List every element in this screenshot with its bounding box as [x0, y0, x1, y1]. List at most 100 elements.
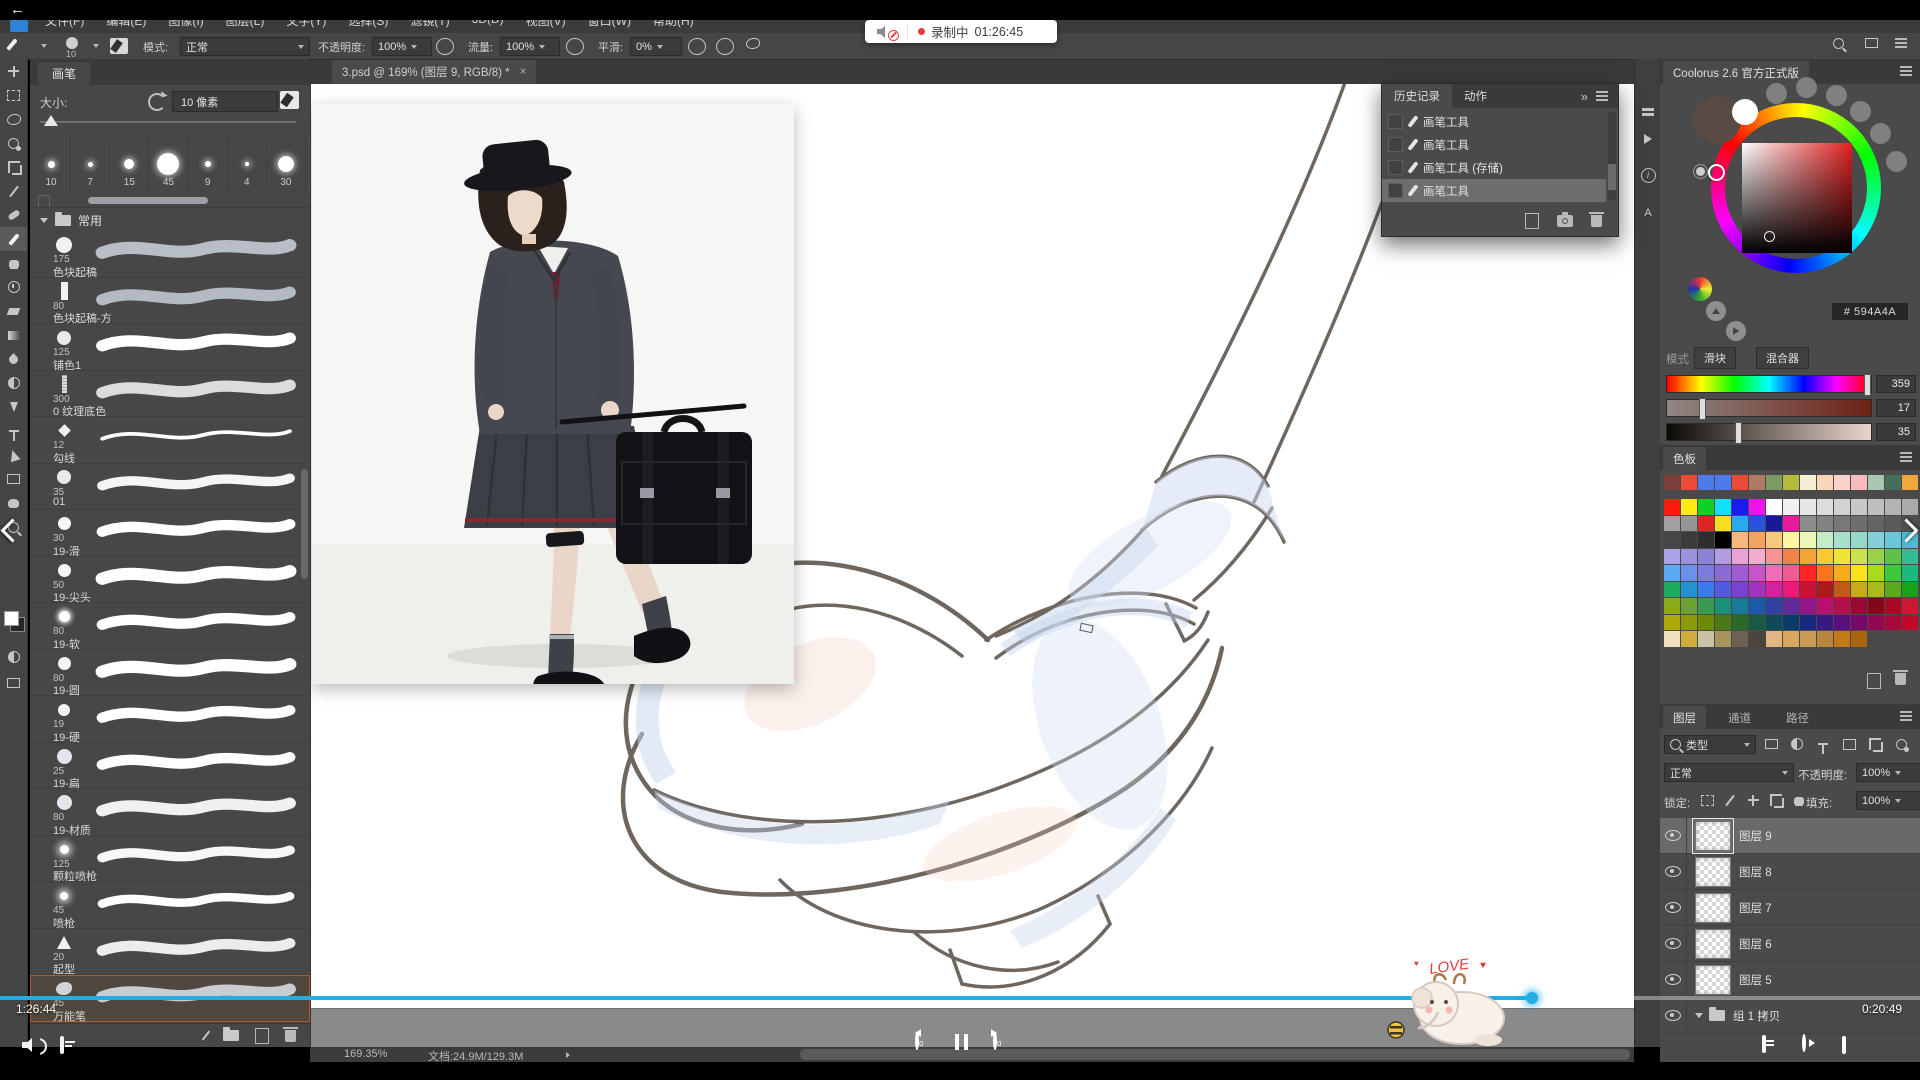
visibility-eye-icon[interactable]	[1660, 998, 1687, 1033]
brush-preset[interactable]: 9	[189, 137, 228, 191]
swatch[interactable]	[1715, 532, 1731, 548]
paint-symmetry-icon[interactable]	[746, 38, 762, 53]
swatch[interactable]	[1817, 549, 1833, 565]
wheel-option-icon[interactable]	[1850, 101, 1871, 122]
swatch[interactable]	[1715, 631, 1731, 647]
hue-slider[interactable]	[1666, 375, 1872, 393]
swatch[interactable]	[1732, 565, 1748, 581]
swatch[interactable]	[1834, 549, 1850, 565]
layer-opacity-dropdown[interactable]: 100%	[1856, 763, 1920, 782]
swatch[interactable]	[1766, 532, 1782, 548]
wheel-option-icon[interactable]	[1886, 151, 1907, 172]
type-tool-icon[interactable]	[0, 419, 27, 443]
swatch[interactable]	[1817, 516, 1833, 532]
swatch[interactable]	[1800, 499, 1816, 515]
swatch[interactable]	[1681, 598, 1697, 614]
swatch[interactable]	[1698, 516, 1714, 532]
new-group-icon[interactable]	[223, 1030, 239, 1041]
swatch[interactable]	[1732, 499, 1748, 515]
toggle-live-tip-icon[interactable]	[202, 1031, 210, 1041]
play-mode-icon[interactable]	[1726, 321, 1746, 341]
workspace-menu-icon[interactable]	[1895, 42, 1911, 57]
swatch[interactable]	[1698, 532, 1714, 548]
history-step[interactable]: 画笔工具	[1382, 110, 1606, 133]
video-progress-track[interactable]	[0, 996, 1920, 1000]
swatch[interactable]	[1902, 499, 1918, 515]
swatch[interactable]	[1698, 631, 1714, 647]
swatch[interactable]	[1783, 475, 1799, 490]
history-source-checkbox[interactable]	[1388, 137, 1403, 152]
swatch[interactable]	[1749, 582, 1765, 598]
size-slider-track[interactable]	[40, 121, 296, 123]
layer-thumbnail[interactable]	[1695, 893, 1731, 923]
danmaku-icon[interactable]	[60, 1038, 64, 1052]
swatch[interactable]	[1715, 598, 1731, 614]
swatch[interactable]	[1783, 615, 1799, 631]
brush-preset[interactable]: 45	[149, 137, 188, 191]
brush-list-item[interactable]: 125 颗粒喷枪	[30, 836, 310, 883]
brush-list-scrollbar[interactable]	[301, 469, 308, 579]
saturation-value-square[interactable]	[1742, 143, 1852, 253]
swatch[interactable]	[1698, 565, 1714, 581]
swatch[interactable]	[1664, 598, 1680, 614]
pen-tool-icon[interactable]	[0, 395, 27, 419]
marquee-tool-icon[interactable]	[0, 83, 27, 107]
swatch[interactable]	[1698, 598, 1714, 614]
tab-actions[interactable]: 动作	[1452, 84, 1499, 108]
triangle-mode-icon[interactable]	[1706, 301, 1726, 321]
swatch[interactable]	[1885, 598, 1901, 614]
filter-shape-icon[interactable]	[1842, 737, 1856, 751]
swatch[interactable]	[1817, 475, 1833, 490]
brush-tool-icon[interactable]	[0, 227, 27, 251]
swatch[interactable]	[1851, 565, 1867, 581]
menu-item[interactable]: 选择(S)	[337, 20, 399, 29]
move-tool-icon[interactable]	[0, 59, 27, 83]
swatch[interactable]	[1800, 615, 1816, 631]
swatch[interactable]	[1732, 516, 1748, 532]
hue-cursor[interactable]	[1708, 164, 1725, 181]
swatch[interactable]	[1664, 631, 1680, 647]
brush-group-row[interactable]: 常用	[30, 209, 310, 231]
swatch[interactable]	[1664, 499, 1680, 515]
tab-swatches[interactable]: 色板	[1663, 447, 1706, 470]
history-source-checkbox[interactable]	[1388, 160, 1403, 175]
info-panel-icon[interactable]: i	[1640, 167, 1656, 183]
brush-list-item[interactable]: 80 19-圆	[30, 650, 310, 697]
brush-preset[interactable]: 7	[71, 137, 110, 191]
path-select-tool-icon[interactable]	[0, 443, 27, 467]
menu-item[interactable]: 视图(V)	[515, 20, 577, 29]
swatch[interactable]	[1885, 615, 1901, 631]
swatch[interactable]	[1817, 565, 1833, 581]
swatch[interactable]	[1664, 565, 1680, 581]
layer-filter-dropdown[interactable]: 类型	[1664, 735, 1756, 754]
healing-brush-tool-icon[interactable]	[0, 203, 27, 227]
swatch[interactable]	[1783, 532, 1799, 548]
swatch[interactable]	[1749, 475, 1765, 490]
brush-list-item[interactable]: 25 19-扁	[30, 743, 310, 790]
size-value-field[interactable]: 10 像素	[172, 91, 278, 112]
swatch[interactable]	[1834, 565, 1850, 581]
swatch[interactable]	[1800, 532, 1816, 548]
swatch[interactable]	[1783, 516, 1799, 532]
fullscreen-icon[interactable]	[1842, 1038, 1846, 1052]
quick-selection-tool-icon[interactable]	[0, 131, 27, 155]
swatch[interactable]	[1868, 499, 1884, 515]
swatch[interactable]	[1664, 549, 1680, 565]
workspace-grid-icon[interactable]	[1865, 38, 1881, 53]
swatch[interactable]	[1749, 598, 1765, 614]
clipped-brush-group-row[interactable]	[30, 193, 310, 208]
visibility-eye-icon[interactable]	[1660, 818, 1687, 853]
brush-list-item[interactable]: 45 喷枪	[30, 882, 310, 929]
swatch[interactable]	[1902, 549, 1918, 565]
swatch[interactable]	[1800, 475, 1816, 490]
history-source-checkbox[interactable]	[1388, 114, 1403, 129]
swatch[interactable]	[1766, 582, 1782, 598]
swatch[interactable]	[1902, 615, 1918, 631]
swatch[interactable]	[1902, 475, 1918, 490]
history-brush-tool-icon[interactable]	[0, 275, 27, 299]
status-menu-caret-icon[interactable]	[566, 1052, 570, 1058]
swatch[interactable]	[1664, 532, 1680, 548]
layer-thumbnail[interactable]	[1695, 929, 1731, 959]
swatch[interactable]	[1664, 475, 1680, 490]
swatch[interactable]	[1698, 582, 1714, 598]
